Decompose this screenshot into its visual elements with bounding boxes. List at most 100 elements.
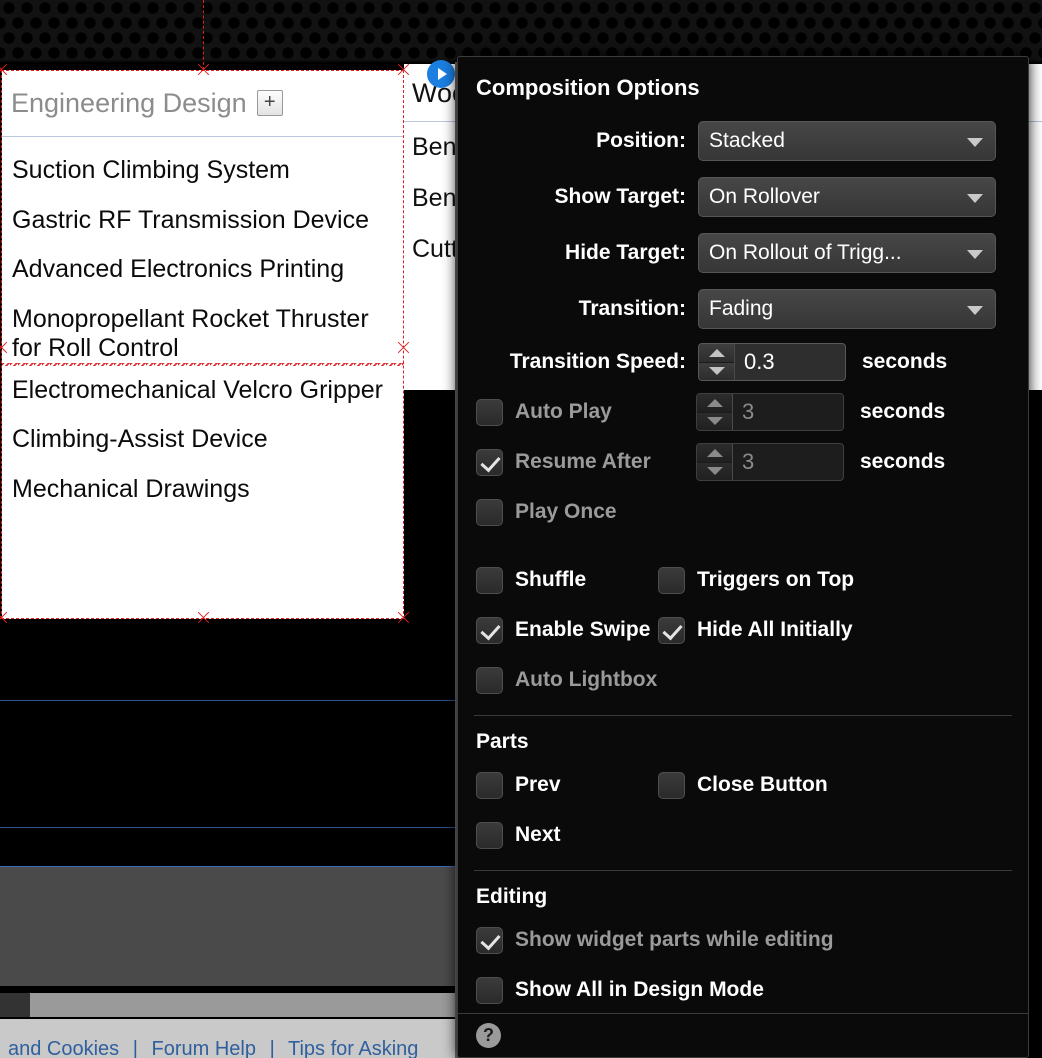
auto-lightbox-row: Auto Lightbox	[458, 655, 1028, 705]
auto-lightbox-checkbox[interactable]	[476, 666, 503, 694]
transition-select[interactable]: Fading	[698, 289, 996, 329]
resume-after-unit: seconds	[860, 450, 946, 473]
show-all-design-mode-row: Show All in Design Mode	[458, 965, 1028, 1015]
stepper-up-button[interactable]	[697, 444, 732, 463]
shuffle-checkbox-group[interactable]: Shuffle	[458, 566, 658, 594]
show-widget-parts-label: Show widget parts while editing	[515, 928, 834, 951]
footer-link-separator: |	[132, 1038, 138, 1058]
prev-checkbox-group[interactable]: Prev	[458, 771, 658, 799]
play-once-checkbox-group[interactable]: Play Once	[458, 498, 617, 526]
resume-after-stepper-buttons[interactable]	[697, 444, 733, 480]
footer-link[interactable]: Forum Help	[152, 1038, 256, 1058]
resize-handle-bottom-right[interactable]	[396, 610, 411, 625]
resume-after-input[interactable]: 3	[733, 449, 843, 475]
engineering-design-list-panel[interactable]: Engineering Design + Suction Climbing Sy…	[2, 70, 404, 619]
shuffle-label: Shuffle	[515, 568, 587, 591]
auto-play-row: Auto Play 3 seconds	[458, 387, 1028, 437]
transition-speed-stepper-buttons[interactable]	[699, 344, 735, 380]
transition-speed-unit: seconds	[862, 350, 948, 373]
auto-play-input[interactable]: 3	[733, 399, 843, 425]
resume-after-stepper[interactable]: 3	[696, 443, 844, 481]
enable-swipe-checkbox[interactable]	[476, 616, 503, 644]
show-target-label: Show Target:	[554, 185, 686, 208]
caret-up-icon	[706, 448, 723, 457]
footer-link[interactable]: Tips for Asking	[288, 1038, 418, 1058]
resume-after-checkbox-group[interactable]: Resume After	[458, 448, 696, 476]
transition-speed-stepper[interactable]: 0.3	[698, 343, 846, 381]
play-icon	[438, 68, 447, 80]
enable-swipe-checkbox-group[interactable]: Enable Swipe	[458, 616, 658, 644]
chevron-down-icon	[967, 194, 983, 203]
resize-handle-middle-left[interactable]	[0, 340, 9, 355]
enable-swipe-label: Enable Swipe	[515, 618, 651, 641]
caret-down-icon	[706, 417, 723, 426]
composition-options-panel[interactable]: Composition Options Position: Stacked Sh…	[457, 56, 1029, 1058]
close-button-checkbox-group[interactable]: Close Button	[658, 771, 918, 799]
triggers-on-top-checkbox-group[interactable]: Triggers on Top	[658, 566, 918, 594]
position-value: Stacked	[709, 129, 785, 152]
transition-speed-input[interactable]: 0.3	[735, 349, 845, 375]
next-row: Next	[458, 810, 1028, 860]
triggers-on-top-label: Triggers on Top	[697, 568, 855, 591]
caret-up-icon	[708, 348, 725, 357]
next-checkbox[interactable]	[476, 821, 503, 849]
parts-section-heading: Parts	[476, 730, 529, 753]
auto-lightbox-label: Auto Lightbox	[515, 668, 658, 691]
horizontal-scrollbar[interactable]	[0, 993, 455, 1017]
stepper-up-button[interactable]	[697, 394, 732, 413]
show-target-row: Show Target: On Rollover	[458, 169, 1028, 225]
hide-all-initially-checkbox-group[interactable]: Hide All Initially	[658, 616, 918, 644]
stepper-down-button[interactable]	[699, 362, 734, 380]
hide-target-select[interactable]: On Rollout of Trigg...	[698, 233, 996, 273]
engineering-design-header: Engineering Design +	[2, 70, 404, 137]
list-item[interactable]: Suction Climbing System	[2, 146, 404, 196]
footer-link-separator: |	[269, 1038, 275, 1058]
chevron-down-icon	[967, 306, 983, 315]
transition-label: Transition:	[578, 297, 686, 320]
footer-link[interactable]: and Cookies	[8, 1038, 119, 1058]
list-item[interactable]: Mechanical Drawings	[2, 465, 404, 515]
resize-handle-bottom-center[interactable]	[196, 610, 211, 625]
list-item[interactable]: Advanced Electronics Printing	[2, 245, 404, 295]
close-button-checkbox[interactable]	[658, 771, 685, 799]
close-button-label: Close Button	[697, 773, 828, 796]
resize-handle-bottom-left[interactable]	[0, 610, 9, 625]
auto-play-checkbox-group[interactable]: Auto Play	[458, 398, 696, 426]
panel-help-bar: ?	[458, 1013, 1028, 1057]
auto-play-stepper-buttons[interactable]	[697, 394, 733, 430]
prev-checkbox[interactable]	[476, 771, 503, 799]
stepper-down-button[interactable]	[697, 462, 732, 480]
hide-target-row: Hide Target: On Rollout of Trigg...	[458, 225, 1028, 281]
question-mark-icon[interactable]: ?	[476, 1023, 501, 1048]
editing-section-heading: Editing	[476, 885, 548, 908]
list-item[interactable]: Monopropellant Rocket Thruster for Roll …	[2, 294, 404, 366]
show-widget-parts-checkbox-group[interactable]: Show widget parts while editing	[458, 926, 834, 954]
play-button-badge[interactable]	[427, 60, 455, 88]
transition-row: Transition: Fading	[458, 281, 1028, 337]
auto-play-checkbox[interactable]	[476, 398, 503, 426]
position-select[interactable]: Stacked	[698, 121, 996, 161]
play-once-checkbox[interactable]	[476, 498, 503, 526]
auto-play-stepper[interactable]: 3	[696, 393, 844, 431]
resize-handle-top-right[interactable]	[396, 62, 411, 77]
resume-after-checkbox[interactable]	[476, 448, 503, 476]
triggers-on-top-checkbox[interactable]	[658, 566, 685, 594]
hide-all-initially-checkbox[interactable]	[658, 616, 685, 644]
show-widget-parts-checkbox[interactable]	[476, 926, 503, 954]
resize-handle-top-left[interactable]	[0, 62, 9, 77]
list-item[interactable]: Climbing-Assist Device	[2, 415, 404, 465]
show-all-design-mode-checkbox-group[interactable]: Show All in Design Mode	[458, 976, 764, 1004]
auto-lightbox-checkbox-group[interactable]: Auto Lightbox	[458, 666, 658, 694]
show-target-select[interactable]: On Rollover	[698, 177, 996, 217]
stepper-up-button[interactable]	[699, 344, 734, 363]
shuffle-checkbox[interactable]	[476, 566, 503, 594]
list-item[interactable]: Electromechanical Velcro Gripper	[2, 366, 404, 416]
show-all-design-mode-checkbox[interactable]	[476, 976, 503, 1004]
resize-handle-top-center[interactable]	[196, 62, 211, 77]
next-checkbox-group[interactable]: Next	[458, 821, 561, 849]
list-item[interactable]: Gastric RF Transmission Device	[2, 196, 404, 246]
auto-play-unit: seconds	[860, 400, 946, 423]
stepper-down-button[interactable]	[697, 412, 732, 430]
resize-handle-middle-right[interactable]	[396, 340, 411, 355]
add-item-button[interactable]: +	[256, 90, 283, 116]
